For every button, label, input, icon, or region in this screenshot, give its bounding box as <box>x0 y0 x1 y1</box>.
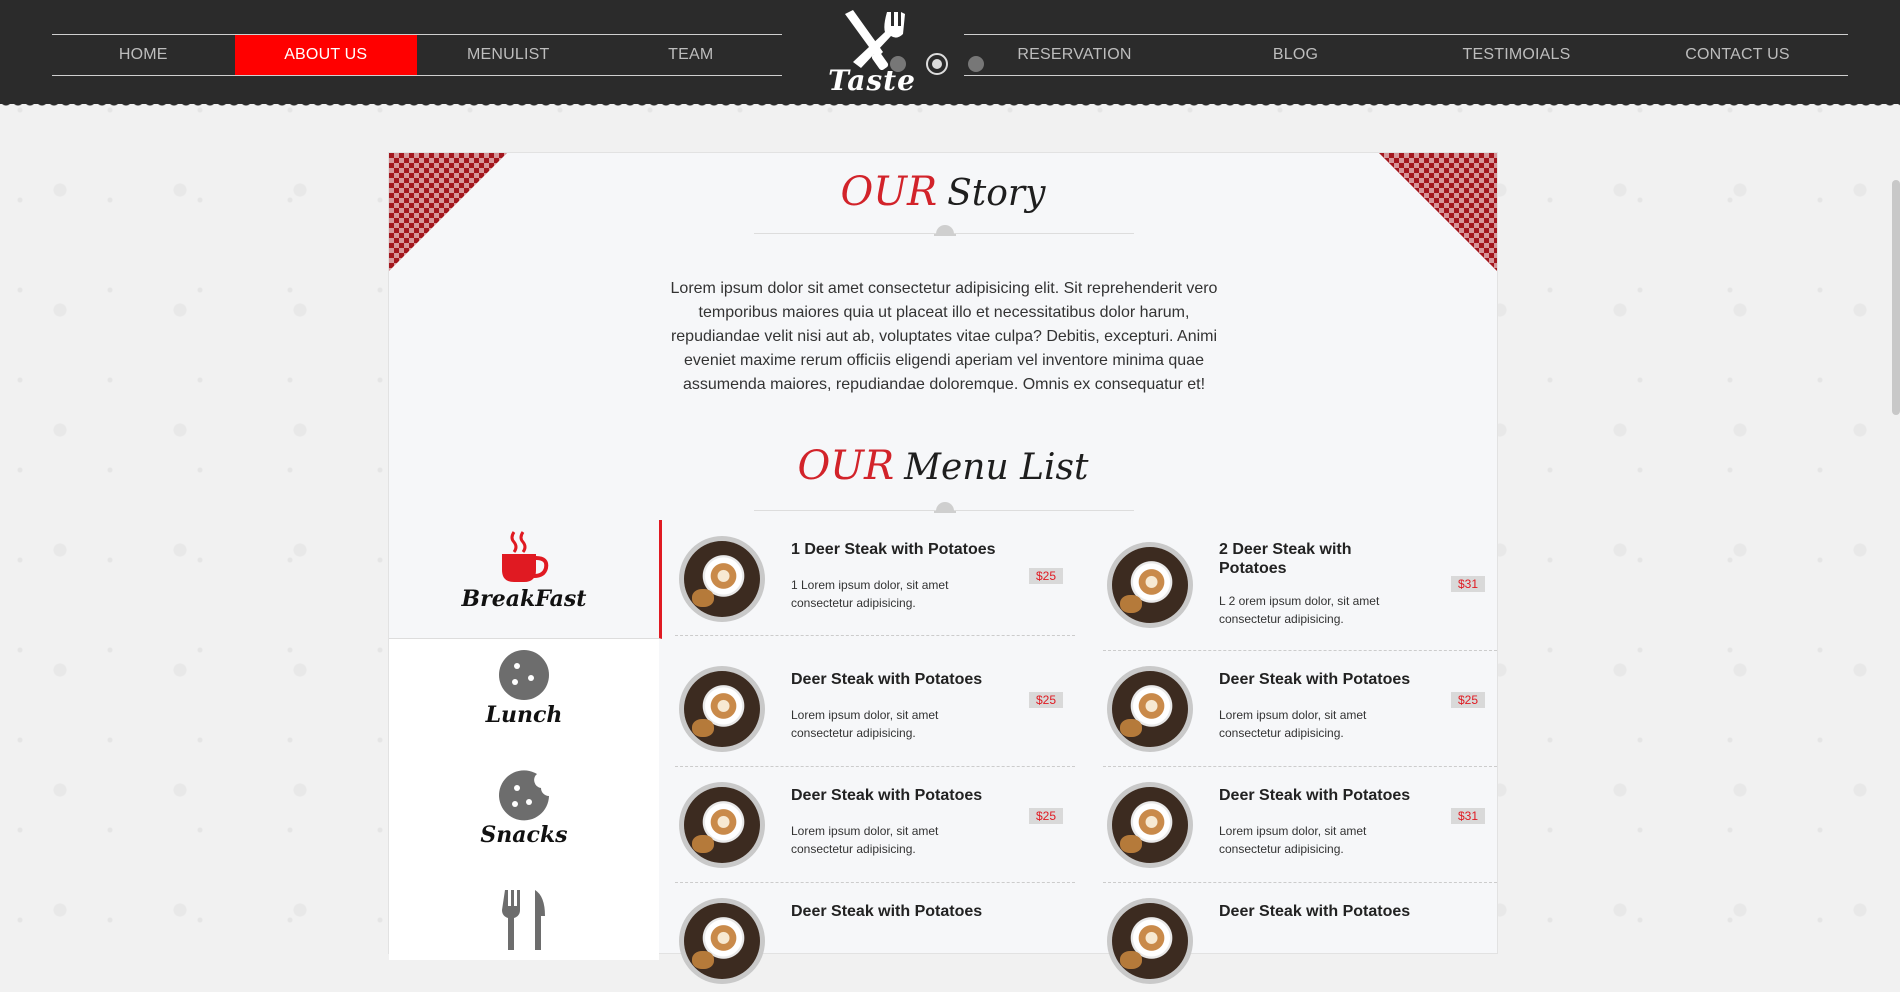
story-title: OUR Story <box>389 169 1497 215</box>
category-lunch[interactable]: Lunch <box>389 648 659 728</box>
category-breakfast[interactable]: BreakFast <box>389 520 662 639</box>
price-badge: $31 <box>1451 808 1485 824</box>
nav-home[interactable]: HOME <box>52 35 235 75</box>
story-title-accent: OUR <box>840 169 938 215</box>
bitten-cookie-icon <box>499 770 549 821</box>
item-description: 1 Lorem ipsum dolor, sit amet consectetu… <box>791 578 949 610</box>
price-badge: $25 <box>1029 568 1063 584</box>
food-thumbnail <box>679 782 765 868</box>
item-title: 1 Deer Steak with Potatoes <box>791 541 996 558</box>
food-thumbnail <box>1107 542 1193 628</box>
slider-dots <box>890 53 984 75</box>
item-title: Deer Steak with Potatoes <box>1219 903 1411 920</box>
menu-item[interactable]: 1 Deer Steak with Potatoes 1 Lorem ipsum… <box>675 520 1075 636</box>
food-thumbnail <box>1107 898 1193 984</box>
menu-item[interactable]: Deer Steak with Potatoes <box>1103 882 1497 992</box>
menu-item[interactable]: Deer Steak with Potatoes Lorem ipsum dol… <box>675 766 1075 883</box>
item-description: Lorem ipsum dolor, sit amet consectetur … <box>791 708 939 740</box>
coffee-cup-icon <box>502 531 549 582</box>
price-badge: $31 <box>1451 576 1485 592</box>
menu-item[interactable]: Deer Steak with Potatoes Lorem ipsum dol… <box>1103 650 1497 767</box>
price-badge: $25 <box>1451 692 1485 708</box>
nav-about-us[interactable]: ABOUT US <box>234 35 417 75</box>
item-description: Lorem ipsum dolor, sit amet consectetur … <box>1219 824 1367 856</box>
story-title-rest: Story <box>947 173 1046 214</box>
menu-title: OUR Menu List <box>389 443 1497 489</box>
cookie-icon <box>499 650 549 700</box>
nav-menulist[interactable]: MENULIST <box>417 35 600 75</box>
price-badge: $25 <box>1029 692 1063 708</box>
cloche-icon <box>934 225 956 236</box>
nav-left: HOME ABOUT US MENULIST TEAM <box>52 34 782 76</box>
nav-right: RESERVATION BLOG TESTIMOIALS CONTACT US <box>964 34 1848 76</box>
menu-title-rest: Menu List <box>904 447 1089 488</box>
category-dinner[interactable] <box>389 890 659 950</box>
item-description: Lorem ipsum dolor, sit amet consectetur … <box>791 824 939 856</box>
content-panel: OUR Story Lorem ipsum dolor sit amet cons… <box>388 152 1498 984</box>
nav-team[interactable]: TEAM <box>600 35 783 75</box>
nav-contact-us[interactable]: CONTACT US <box>1627 35 1848 75</box>
site-header: HOME ABOUT US MENULIST TEAM Taste RESERV… <box>0 0 1900 110</box>
food-thumbnail <box>679 666 765 752</box>
menu-divider <box>754 502 1134 513</box>
food-thumbnail <box>1107 666 1193 752</box>
story-divider <box>754 225 1134 236</box>
item-description: L 2 orem ipsum dolor, sit amet consectet… <box>1219 594 1380 626</box>
item-title: Deer Steak with Potatoes <box>1219 787 1411 804</box>
item-title: Deer Steak with Potatoes <box>791 671 983 688</box>
food-thumbnail <box>679 898 765 984</box>
story-text: Lorem ipsum dolor sit amet consectetur a… <box>670 280 1218 393</box>
item-title: 2 Deer Steak with Potatoes <box>1219 541 1352 577</box>
menu-item[interactable]: Deer Steak with Potatoes <box>675 882 1075 992</box>
food-thumbnail <box>1107 782 1193 868</box>
item-title: Deer Steak with Potatoes <box>791 787 983 804</box>
nav-blog[interactable]: BLOG <box>1185 35 1406 75</box>
menu-categories: BreakFast Lunch Snacks <box>389 520 662 960</box>
menu-item[interactable]: Deer Steak with Potatoes Lorem ipsum dol… <box>1103 766 1497 883</box>
slider-dot[interactable] <box>890 56 906 72</box>
cloche-icon <box>934 502 956 513</box>
category-snacks[interactable]: Snacks <box>389 768 659 848</box>
nav-reservation[interactable]: RESERVATION <box>964 35 1185 75</box>
menu-item[interactable]: Deer Steak with Potatoes Lorem ipsum dol… <box>675 650 1075 767</box>
price-badge: $25 <box>1029 808 1063 824</box>
slider-dot-active[interactable] <box>926 53 948 75</box>
item-title: Deer Steak with Potatoes <box>791 903 983 920</box>
food-thumbnail <box>679 536 765 622</box>
menu-title-accent: OUR <box>797 443 895 489</box>
category-label: Snacks <box>480 822 568 848</box>
category-label: Lunch <box>485 702 563 728</box>
item-description: Lorem ipsum dolor, sit amet consectetur … <box>1219 708 1367 740</box>
slider-dot[interactable] <box>968 56 984 72</box>
item-title: Deer Steak with Potatoes <box>1219 671 1411 688</box>
category-label: BreakFast <box>461 586 587 612</box>
fork-knife-icon <box>502 890 545 950</box>
menu-item[interactable]: 2 Deer Steak with Potatoes L 2 orem ipsu… <box>1103 520 1497 651</box>
page-scrollbar[interactable] <box>1892 180 1900 415</box>
nav-testimonials[interactable]: TESTIMOIALS <box>1406 35 1627 75</box>
